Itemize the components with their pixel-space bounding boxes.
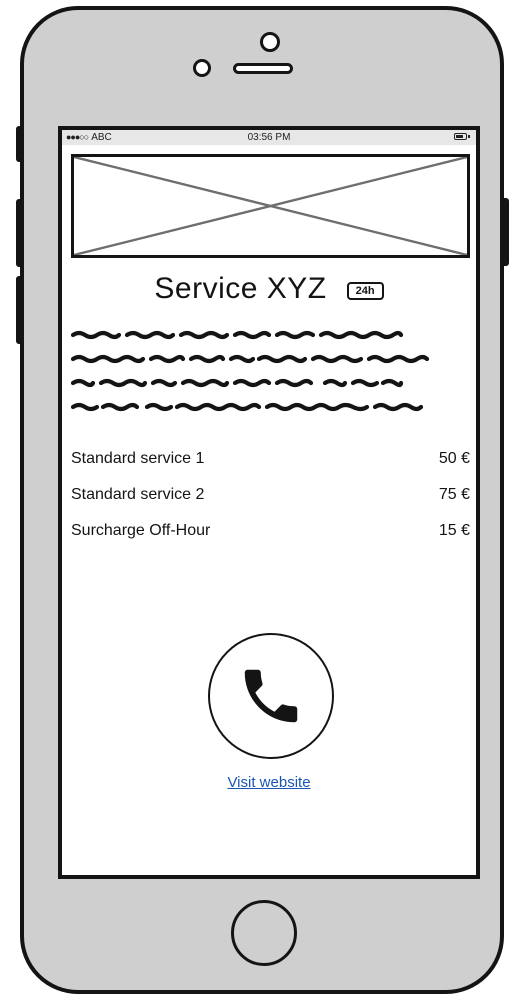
front-camera <box>260 32 280 52</box>
service-header: Service XYZ 24h <box>62 272 476 312</box>
price-label: Standard service 1 <box>71 450 205 467</box>
visit-website-link[interactable]: Visit website <box>62 774 476 791</box>
scribbled-text <box>71 330 430 412</box>
price-list: Standard service 1 50 € Standard service… <box>71 450 470 558</box>
price-label: Standard service 2 <box>71 486 205 503</box>
price-value: 75 € <box>438 486 470 503</box>
price-row: Standard service 1 50 € <box>71 450 470 486</box>
battery-icon <box>454 133 470 140</box>
call-button[interactable] <box>208 633 334 759</box>
home-button[interactable] <box>231 900 297 966</box>
proximity-sensor <box>193 59 211 77</box>
mockup-canvas: ●●●○○ ABC 03:56 PM Service XYZ 24h Stand… <box>0 0 521 1000</box>
price-label: Surcharge Off-Hour <box>71 522 211 539</box>
price-row: Standard service 2 75 € <box>71 486 470 522</box>
price-value: 50 € <box>438 450 470 467</box>
hero-image-placeholder <box>71 154 470 258</box>
page-title: Service XYZ <box>154 272 327 305</box>
phone-icon <box>244 669 298 723</box>
earpiece-speaker <box>233 63 293 74</box>
status-time: 03:56 PM <box>247 132 291 143</box>
service-description <box>71 326 471 412</box>
availability-badge: 24h <box>346 282 384 300</box>
price-row: Surcharge Off-Hour 15 € <box>71 522 470 558</box>
status-bar: ●●●○○ ABC 03:56 PM <box>62 130 476 145</box>
price-value: 15 € <box>438 522 470 539</box>
phone-screen: ●●●○○ ABC 03:56 PM Service XYZ 24h Stand… <box>58 126 480 879</box>
image-placeholder-icon <box>74 157 467 255</box>
